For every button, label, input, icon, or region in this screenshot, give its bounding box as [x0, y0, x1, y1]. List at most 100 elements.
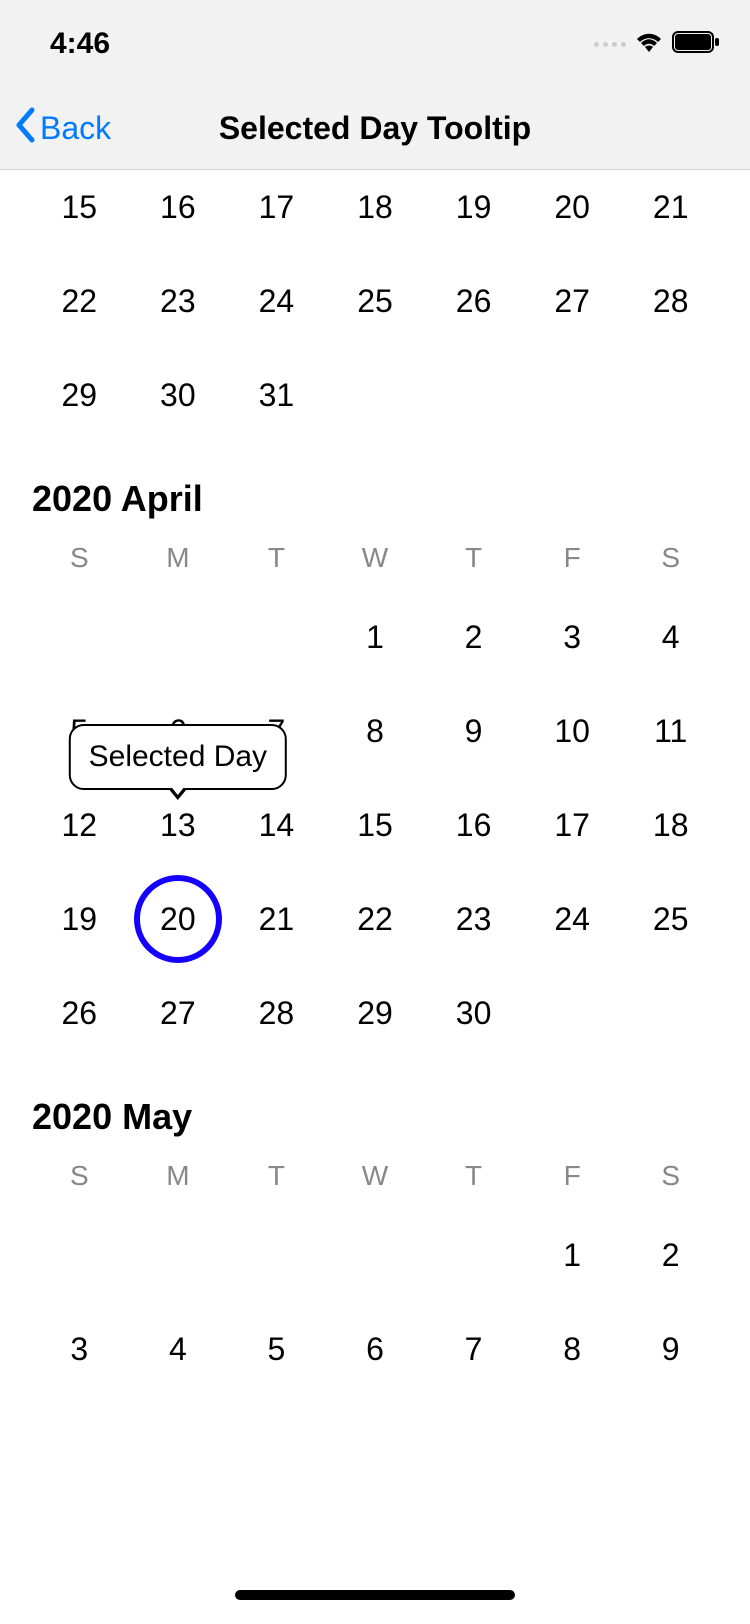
- day-cell[interactable]: 18: [621, 778, 720, 872]
- home-indicator: [235, 1590, 515, 1600]
- day-cell-empty: [30, 590, 129, 684]
- day-cell[interactable]: 1: [523, 1208, 622, 1302]
- day-cell[interactable]: 30: [129, 348, 228, 442]
- day-number: 15: [61, 189, 97, 226]
- day-cell[interactable]: 2: [424, 590, 523, 684]
- weekday-row: SMTWTFS: [30, 542, 720, 574]
- day-cell[interactable]: 25: [326, 254, 425, 348]
- day-cell[interactable]: 10: [523, 684, 622, 778]
- day-cell[interactable]: 26: [30, 966, 129, 1060]
- days-grid: 1 2 3 4 5678 9: [30, 1208, 720, 1396]
- day-number: 24: [554, 901, 590, 938]
- selected-day-tooltip: Selected Day: [69, 724, 287, 790]
- day-cell[interactable]: 2: [621, 1208, 720, 1302]
- day-number: 15: [357, 807, 393, 844]
- day-cell[interactable]: 20: [129, 872, 228, 966]
- weekday-label: W: [326, 1160, 425, 1192]
- day-cell[interactable]: 4: [129, 1302, 228, 1396]
- day-cell[interactable]: 24: [227, 254, 326, 348]
- day-number: 30: [160, 377, 196, 414]
- day-cell[interactable]: 23: [424, 872, 523, 966]
- day-cell[interactable]: 23: [129, 254, 228, 348]
- day-cell[interactable]: 27: [129, 966, 228, 1060]
- day-number: 22: [61, 283, 97, 320]
- day-cell[interactable]: 14: [227, 778, 326, 872]
- day-cell[interactable]: 28: [621, 254, 720, 348]
- weekday-label: T: [227, 542, 326, 574]
- day-cell[interactable]: 15: [30, 160, 129, 254]
- day-cell[interactable]: 16: [129, 160, 228, 254]
- day-cell[interactable]: 9: [621, 1302, 720, 1396]
- day-cell[interactable]: 3: [30, 1302, 129, 1396]
- day-number: 27: [160, 995, 196, 1032]
- day-cell-empty: [30, 1208, 129, 1302]
- day-cell[interactable]: 22: [326, 872, 425, 966]
- day-number: 17: [259, 189, 295, 226]
- day-cell[interactable]: 27: [523, 254, 622, 348]
- day-cell-empty: [523, 966, 622, 1060]
- day-cell[interactable]: 30: [424, 966, 523, 1060]
- day-number: 19: [456, 189, 492, 226]
- day-cell[interactable]: 17: [523, 778, 622, 872]
- day-number: 23: [456, 901, 492, 938]
- day-number: 22: [357, 901, 393, 938]
- day-cell[interactable]: 1: [326, 590, 425, 684]
- day-cell-empty: [227, 1208, 326, 1302]
- day-cell[interactable]: 22: [30, 254, 129, 348]
- day-cell[interactable]: 26: [424, 254, 523, 348]
- day-cell[interactable]: 25: [621, 872, 720, 966]
- day-number: 1: [366, 619, 384, 656]
- status-time: 4:46: [50, 27, 110, 61]
- day-cell[interactable]: 28: [227, 966, 326, 1060]
- selected-day-circle: [134, 875, 222, 963]
- wifi-icon: [634, 31, 664, 58]
- day-cell[interactable]: 17: [227, 160, 326, 254]
- weekday-label: F: [523, 542, 622, 574]
- day-number: 28: [653, 283, 689, 320]
- weekday-label: M: [129, 1160, 228, 1192]
- day-number: 9: [662, 1331, 680, 1368]
- day-number: 9: [465, 713, 483, 750]
- day-number: 29: [61, 377, 97, 414]
- day-number: 26: [456, 283, 492, 320]
- day-number: 3: [70, 1331, 88, 1368]
- day-number: 27: [554, 283, 590, 320]
- day-cell[interactable]: 29: [30, 348, 129, 442]
- day-cell[interactable]: 19: [424, 160, 523, 254]
- day-cell[interactable]: 31: [227, 348, 326, 442]
- day-number: 26: [61, 995, 97, 1032]
- day-number: 23: [160, 283, 196, 320]
- day-cell[interactable]: 8: [326, 684, 425, 778]
- day-number: 4: [169, 1331, 187, 1368]
- calendar-scroll[interactable]: 1516171819202122232425262728293031 2020 …: [0, 160, 750, 1614]
- day-cell[interactable]: 19: [30, 872, 129, 966]
- day-cell[interactable]: 9: [424, 684, 523, 778]
- day-cell[interactable]: 4: [621, 590, 720, 684]
- day-cell[interactable]: 11: [621, 684, 720, 778]
- day-cell[interactable]: 8: [523, 1302, 622, 1396]
- day-cell-empty: [129, 590, 228, 684]
- day-cell[interactable]: 15: [326, 778, 425, 872]
- back-button[interactable]: Back: [0, 107, 111, 151]
- day-cell[interactable]: 29: [326, 966, 425, 1060]
- day-cell[interactable]: 16: [424, 778, 523, 872]
- day-cell[interactable]: 20: [523, 160, 622, 254]
- day-number: 30: [456, 995, 492, 1032]
- day-cell[interactable]: 24: [523, 872, 622, 966]
- day-cell[interactable]: 12: [30, 778, 129, 872]
- day-number: 21: [259, 901, 295, 938]
- cellular-dots-icon: [594, 42, 626, 47]
- day-cell-empty: [227, 590, 326, 684]
- day-cell[interactable]: 5: [227, 1302, 326, 1396]
- weekday-label: S: [621, 542, 720, 574]
- day-cell[interactable]: 21: [621, 160, 720, 254]
- day-cell[interactable]: 18: [326, 160, 425, 254]
- month-header: 2020 May: [30, 1096, 720, 1138]
- day-cell[interactable]: 13Selected Day: [129, 778, 228, 872]
- day-cell[interactable]: 7: [424, 1302, 523, 1396]
- day-cell[interactable]: 3: [523, 590, 622, 684]
- day-cell[interactable]: 6: [326, 1302, 425, 1396]
- day-number: 2: [662, 1237, 680, 1274]
- month-may: 2020 May SMTWTFS 123456789: [0, 1096, 750, 1396]
- day-cell[interactable]: 21: [227, 872, 326, 966]
